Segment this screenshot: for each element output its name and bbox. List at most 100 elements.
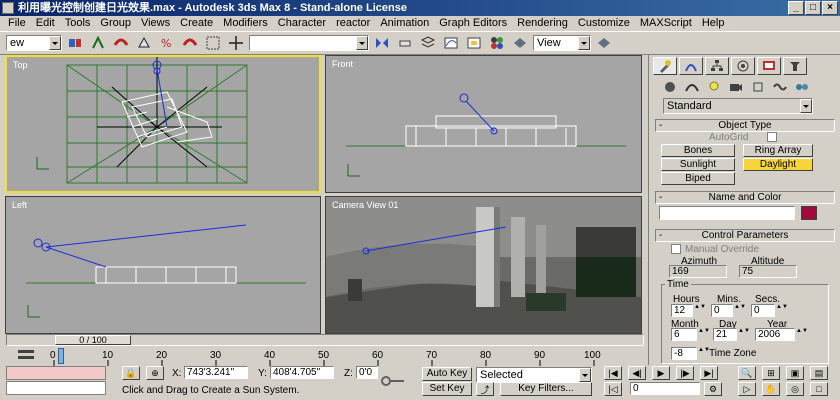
trackbar-toggle-icon[interactable]	[16, 348, 38, 362]
biped-button[interactable]: Biped	[661, 172, 735, 185]
menu-customize[interactable]: Customize	[574, 16, 636, 31]
timezone-field[interactable]: -8	[671, 347, 697, 360]
maximize-button[interactable]: □	[805, 1, 821, 15]
menu-character[interactable]: Character	[274, 16, 332, 31]
menu-create[interactable]: Create	[176, 16, 219, 31]
material-editor-icon[interactable]	[487, 34, 507, 52]
app-icon[interactable]	[2, 2, 14, 14]
move-icon[interactable]	[226, 34, 246, 52]
systems-icon[interactable]	[793, 79, 811, 95]
secs-spinner[interactable]: ▲▼	[776, 304, 788, 317]
shapes-icon[interactable]	[683, 79, 701, 95]
viewport-label-front[interactable]: Front	[332, 59, 353, 69]
key-mode-toggle-icon[interactable]: |◁	[604, 382, 622, 396]
menu-maxscript[interactable]: MAXScript	[636, 16, 698, 31]
year-field[interactable]: 2006	[755, 328, 795, 341]
maxscript-listener-mini[interactable]	[6, 366, 106, 380]
zoom-extents-icon[interactable]: ▣	[786, 366, 804, 380]
bind-spacewarp-icon[interactable]	[111, 34, 131, 52]
close-button[interactable]: ×	[822, 1, 838, 15]
align-icon[interactable]	[395, 34, 415, 52]
z-coord-field[interactable]: 0'0	[356, 366, 378, 379]
viewport-camera[interactable]: Camera View 01	[325, 196, 642, 334]
layer-icon[interactable]	[418, 34, 438, 52]
absolute-mode-icon[interactable]: ⊕	[146, 366, 164, 380]
helpers-icon[interactable]	[749, 79, 767, 95]
maximize-viewport-icon[interactable]: □	[810, 382, 828, 396]
set-keys-icon[interactable]: ⤴	[476, 382, 494, 396]
go-to-start-icon[interactable]: |◀	[604, 366, 622, 380]
minimize-button[interactable]: _	[788, 1, 804, 15]
current-frame-field[interactable]: 0	[630, 382, 700, 395]
secs-field[interactable]: 0	[751, 304, 775, 317]
object-name-field[interactable]	[659, 206, 795, 220]
y-coord-field[interactable]: 408'4.705"	[270, 366, 334, 379]
unlink-icon[interactable]	[88, 34, 108, 52]
utilities-tab[interactable]	[783, 57, 807, 75]
zoom-all-icon[interactable]: ⊞	[762, 366, 780, 380]
menu-group[interactable]: Group	[96, 16, 137, 31]
menu-graph-editors[interactable]: Graph Editors	[435, 16, 513, 31]
object-type-rollout-header[interactable]: - Object Type	[655, 119, 835, 132]
manual-override-checkbox[interactable]	[671, 244, 681, 254]
render-scene-icon[interactable]	[510, 34, 530, 52]
x-coord-field[interactable]: 743'3.241"	[184, 366, 248, 379]
menu-modifiers[interactable]: Modifiers	[219, 16, 274, 31]
mirror-icon[interactable]	[372, 34, 392, 52]
daylight-button[interactable]: Daylight	[743, 158, 813, 171]
year-spinner[interactable]: ▲▼	[796, 328, 808, 341]
hours-spinner[interactable]: ▲▼	[694, 304, 706, 317]
menu-reactor[interactable]: reactor	[332, 16, 376, 31]
day-spinner[interactable]: ▲▼	[738, 328, 750, 341]
named-selection-dropdown[interactable]	[249, 35, 369, 51]
mins-field[interactable]: 0	[711, 304, 733, 317]
key-mode-icon[interactable]	[378, 372, 408, 390]
select-link-icon[interactable]	[65, 34, 85, 52]
key-filters-button[interactable]: Key Filters...	[500, 382, 592, 396]
set-key-button[interactable]: Set Key	[422, 382, 472, 396]
key-selection-dropdown[interactable]: Selected	[476, 367, 592, 383]
motion-tab[interactable]	[731, 57, 755, 75]
viewport-front[interactable]: Front	[325, 55, 642, 193]
track-bar[interactable]: 0 10 20 30 40 50 60 70 80 90 100	[48, 350, 608, 366]
menu-file[interactable]: File	[4, 16, 32, 31]
viewport-label-camera[interactable]: Camera View 01	[332, 200, 398, 210]
select-region-icon[interactable]	[180, 34, 200, 52]
hours-field[interactable]: 12	[671, 304, 693, 317]
schematic-icon[interactable]	[464, 34, 484, 52]
curve-editor-icon[interactable]	[441, 34, 461, 52]
autogrid-checkbox[interactable]	[767, 132, 777, 142]
select-icon[interactable]	[134, 34, 154, 52]
control-params-rollout-header[interactable]: - Control Parameters	[655, 229, 835, 242]
next-frame-icon[interactable]: |▶	[676, 366, 694, 380]
orbit-icon[interactable]: ◎	[786, 382, 804, 396]
sunlight-button[interactable]: Sunlight	[661, 158, 735, 171]
zoom-icon[interactable]: 🔍	[738, 366, 756, 380]
zoom-extents-all-icon[interactable]: ▤	[810, 366, 828, 380]
spacewarps-icon[interactable]	[771, 79, 789, 95]
color-swatch[interactable]	[801, 206, 817, 220]
menu-rendering[interactable]: Rendering	[513, 16, 574, 31]
geometry-icon[interactable]	[661, 79, 679, 95]
mins-spinner[interactable]: ▲▼	[734, 304, 746, 317]
viewport-label-top[interactable]: Top	[13, 60, 28, 70]
name-color-rollout-header[interactable]: - Name and Color	[655, 191, 835, 204]
menu-views[interactable]: Views	[137, 16, 176, 31]
previous-frame-icon[interactable]: ◀|	[628, 366, 646, 380]
modify-tab[interactable]	[679, 57, 703, 75]
time-slider[interactable]: 0 / 100	[6, 334, 644, 346]
menu-animation[interactable]: Animation	[376, 16, 435, 31]
select-by-name-icon[interactable]: %	[157, 34, 177, 52]
window-crossing-icon[interactable]	[203, 34, 223, 52]
hierarchy-tab[interactable]	[705, 57, 729, 75]
menu-edit[interactable]: Edit	[32, 16, 61, 31]
viewport-top[interactable]: Top	[5, 55, 321, 193]
menu-tools[interactable]: Tools	[61, 16, 97, 31]
pan-icon[interactable]: ✋	[762, 382, 780, 396]
field-of-view-icon[interactable]: ▷	[738, 382, 756, 396]
quick-render-icon[interactable]	[594, 34, 614, 52]
auto-key-button[interactable]: Auto Key	[422, 367, 472, 381]
display-tab[interactable]	[757, 57, 781, 75]
day-field[interactable]: 21	[713, 328, 737, 341]
menu-help[interactable]: Help	[698, 16, 731, 31]
